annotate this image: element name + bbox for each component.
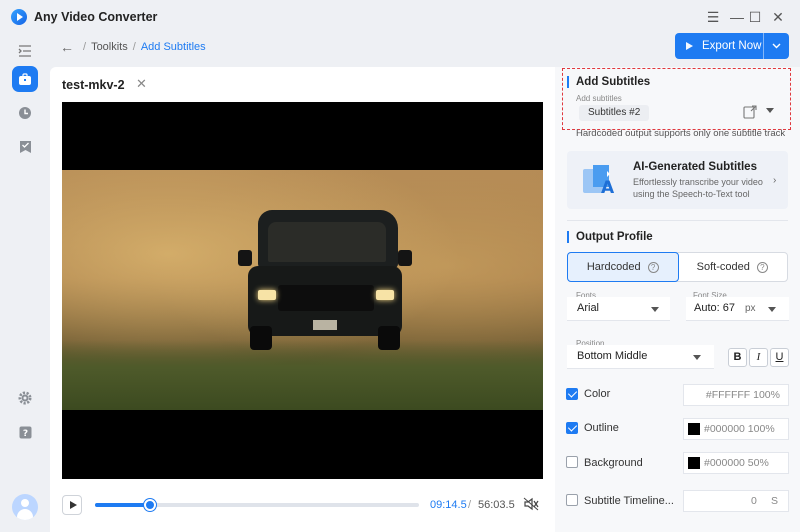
background-checkbox[interactable] <box>566 456 578 468</box>
breadcrumb: / Toolkits / Add Subtitles <box>78 41 206 53</box>
preview-panel: test-mkv-2 ✕ 09:14.5 / 56:03.5 <box>50 67 555 532</box>
outline-swatch <box>688 423 700 435</box>
position-select[interactable]: Bottom Middle <box>567 345 714 369</box>
color-label: Color <box>584 388 611 400</box>
export-dropdown-icon[interactable] <box>764 41 789 52</box>
app-logo-icon <box>11 9 27 25</box>
font-size-value: Auto: 67 <box>694 302 735 314</box>
mute-icon[interactable] <box>523 497 541 513</box>
play-icon <box>69 501 77 509</box>
back-arrow-icon[interactable]: ← <box>60 39 74 55</box>
collapse-menu-icon[interactable] <box>12 38 38 64</box>
font-select[interactable]: Arial <box>567 297 670 321</box>
outline-color-field[interactable]: #000000 100% <box>683 418 789 440</box>
font-size-unit: px <box>745 303 756 314</box>
underline-button[interactable]: U <box>770 348 789 367</box>
font-size-select[interactable]: Auto: 67 px <box>686 297 789 321</box>
outline-checkbox[interactable] <box>566 422 578 434</box>
breadcrumb-toolkits[interactable]: Toolkits <box>91 41 128 53</box>
add-subtitles-label: Add subtitles <box>576 94 622 103</box>
import-subtitle-icon[interactable] <box>743 105 757 119</box>
output-profile-title: Output Profile <box>567 231 653 243</box>
add-subtitles-title: Add Subtitles <box>567 76 650 88</box>
outline-value: #000000 100% <box>704 423 775 435</box>
output-mode-toggle: Hardcoded? Soft-coded? <box>567 252 788 282</box>
background-label: Background <box>584 457 643 469</box>
chevron-down-icon <box>768 307 776 312</box>
subtitle-timeline-checkbox[interactable] <box>566 494 578 506</box>
export-button-group: Export Now <box>675 33 789 59</box>
file-name: test-mkv-2 <box>62 78 125 92</box>
time-separator: / <box>468 499 472 511</box>
ai-subtitles-card[interactable]: A AI-Generated Subtitles Effortlessly tr… <box>567 151 788 209</box>
total-time: 56:03.5 <box>478 499 515 511</box>
title-bar: Any Video Converter ☰ — ☐ ✕ <box>0 0 800 34</box>
softcoded-option[interactable]: Soft-coded? <box>678 253 788 281</box>
ai-subtitles-title: AI-Generated Subtitles <box>633 161 757 173</box>
subtitle-track-chip[interactable]: Subtitles #2 <box>579 105 650 121</box>
ai-subtitles-description: Effortlessly transcribe your video using… <box>633 177 763 199</box>
color-value-field[interactable]: #FFFFFF 100% <box>683 384 789 406</box>
background-color-field[interactable]: #000000 50% <box>683 452 789 474</box>
progress-slider[interactable] <box>95 499 419 511</box>
play-icon <box>686 42 693 50</box>
breadcrumb-separator: / <box>83 41 87 53</box>
app-title: Any Video Converter <box>34 10 158 24</box>
current-time: 09:14.5 <box>430 499 467 511</box>
close-file-icon[interactable]: ✕ <box>136 76 147 92</box>
softcoded-label: Soft-coded <box>696 261 750 273</box>
minimize-icon[interactable]: — <box>728 8 746 26</box>
help-icon[interactable]: ? <box>12 419 38 445</box>
font-value: Arial <box>577 302 600 314</box>
hardcoded-option[interactable]: Hardcoded? <box>567 252 679 282</box>
video-frame <box>62 170 543 410</box>
subtitle-timeline-label: Subtitle Timeline... <box>584 495 674 507</box>
maximize-icon[interactable]: ☐ <box>746 8 764 26</box>
chevron-right-icon: › <box>773 175 777 186</box>
hardcoded-label: Hardcoded <box>586 261 641 273</box>
color-checkbox[interactable] <box>566 388 578 400</box>
svg-text:A: A <box>601 178 615 197</box>
background-value: #000000 50% <box>704 457 769 469</box>
toolbox-icon[interactable] <box>12 66 38 92</box>
bookmark-task-icon[interactable] <box>12 134 38 160</box>
bold-button[interactable]: B <box>728 348 747 367</box>
ai-subtitles-icon: A <box>581 163 617 198</box>
help-icon[interactable]: ? <box>756 261 768 273</box>
chevron-down-icon <box>651 307 659 312</box>
subtitle-dropdown-icon[interactable] <box>766 108 774 113</box>
video-preview[interactable] <box>62 102 543 479</box>
sidebar: ? <box>0 34 50 532</box>
user-avatar[interactable] <box>12 494 38 520</box>
settings-gear-icon[interactable] <box>12 385 38 411</box>
export-label: Export Now <box>702 40 762 52</box>
history-clock-icon[interactable] <box>12 100 38 126</box>
breadcrumb-current: Add Subtitles <box>140 41 206 53</box>
subtitle-timeline-unit: S <box>771 495 779 507</box>
outline-label: Outline <box>584 422 619 434</box>
position-value: Bottom Middle <box>577 350 648 362</box>
italic-button[interactable]: I <box>749 348 768 367</box>
progress-knob[interactable] <box>144 499 157 511</box>
hardcode-hint: Hardcoded output supports only one subti… <box>576 128 786 139</box>
menu-icon[interactable]: ☰ <box>704 8 722 26</box>
close-icon[interactable]: ✕ <box>769 8 787 26</box>
subtitle-timeline-field[interactable]: 0 S <box>683 490 789 512</box>
color-value: #FFFFFF 100% <box>705 389 780 401</box>
export-now-button[interactable]: Export Now <box>675 33 763 59</box>
background-swatch <box>688 457 700 469</box>
svg-text:?: ? <box>22 429 27 439</box>
play-button[interactable] <box>62 495 82 515</box>
chevron-down-icon <box>693 355 701 360</box>
progress-fill <box>95 503 151 507</box>
help-icon[interactable]: ? <box>647 261 659 273</box>
subtitle-timeline-value: 0 <box>751 495 757 507</box>
settings-panel: Add Subtitles Add subtitles Subtitles #2… <box>555 67 800 532</box>
breadcrumb-separator: / <box>132 41 136 53</box>
van-image <box>238 210 412 350</box>
